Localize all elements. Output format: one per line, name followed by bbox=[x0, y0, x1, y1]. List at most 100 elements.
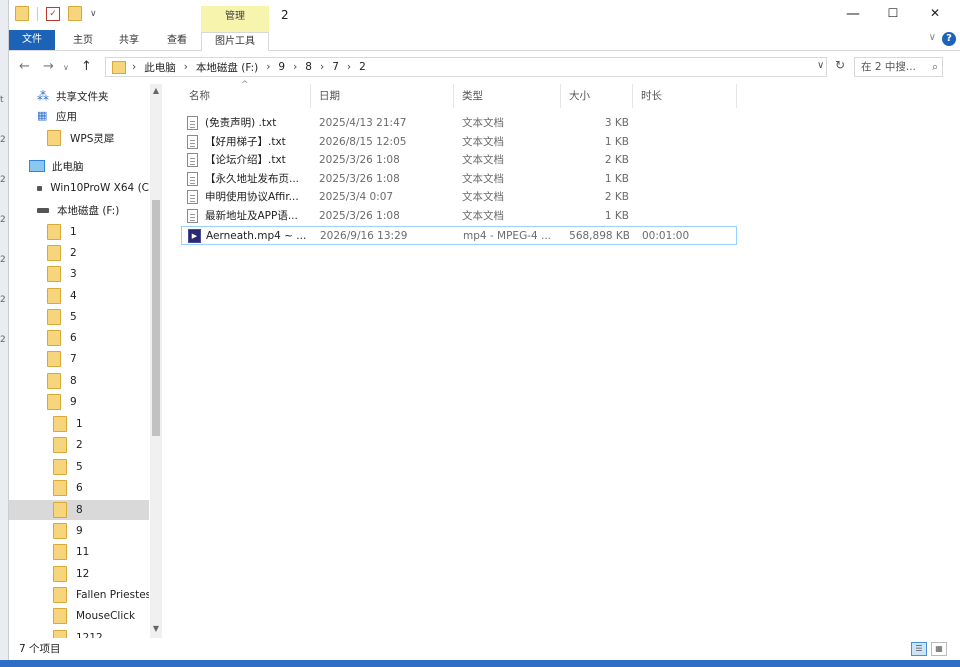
sidebar-item-label: 此电脑 bbox=[52, 160, 84, 173]
sidebar-item[interactable]: 8 bbox=[9, 371, 149, 391]
scroll-down-icon[interactable]: ▼ bbox=[150, 624, 162, 633]
folder-icon bbox=[47, 373, 61, 389]
breadcrumb-7[interactable]: 7 bbox=[332, 61, 339, 73]
sidebar-item[interactable]: 9 bbox=[9, 392, 149, 412]
manage-context-tab[interactable]: 管理 bbox=[201, 6, 269, 32]
breadcrumb-drive-f[interactable]: 本地磁盘 (F:) bbox=[196, 60, 258, 75]
properties-icon[interactable]: ✓ bbox=[46, 6, 60, 21]
file-list: ^ 名称 日期 类型 大小 时长 (免责声明) .txt 2025/4/13 21… bbox=[181, 80, 941, 638]
file-row[interactable]: ▶ Aerneath.mp4 ~ ... 2026/9/16 13:29 mp4 - … bbox=[181, 225, 737, 245]
sidebar-item-label: 本地磁盘 (F:) bbox=[57, 204, 120, 217]
folder-icon[interactable] bbox=[15, 6, 29, 21]
folder-icon bbox=[53, 544, 67, 560]
file-row[interactable]: 【论坛介绍】.txt 2025/3/26 1:08 文本文档 2 KB bbox=[181, 151, 737, 170]
sidebar-item[interactable]: 9 bbox=[9, 521, 149, 541]
new-folder-icon[interactable] bbox=[68, 6, 82, 21]
column-header-size[interactable]: 大小 bbox=[561, 84, 633, 108]
tab-file[interactable]: 文件 bbox=[9, 30, 55, 50]
sidebar-item-label: 5 bbox=[70, 311, 77, 323]
details-view-icon[interactable]: ☰ bbox=[911, 642, 927, 656]
folder-icon bbox=[53, 416, 67, 432]
close-button[interactable]: ✕ bbox=[925, 6, 945, 20]
sidebar-item[interactable]: ⁂ 共享文件夹 bbox=[9, 86, 149, 106]
file-size: 2 KB bbox=[604, 191, 629, 204]
sidebar-item[interactable]: 3 bbox=[9, 264, 149, 284]
sidebar-item[interactable]: 1212 bbox=[9, 628, 149, 638]
address-dropdown-icon[interactable]: ∨ bbox=[817, 60, 824, 71]
search-box[interactable]: 在 2 中搜... ⌕ bbox=[854, 57, 943, 77]
folder-icon bbox=[47, 266, 61, 282]
folder-icon bbox=[53, 630, 67, 638]
sidebar-item[interactable]: 本地磁盘 (F:) bbox=[9, 200, 149, 220]
tab-home[interactable]: 主页 bbox=[65, 32, 101, 50]
sidebar-item[interactable]: 7 bbox=[9, 349, 149, 369]
sidebar-item[interactable]: 1 bbox=[9, 222, 149, 242]
column-header-name[interactable]: 名称 bbox=[181, 84, 311, 108]
folder-icon bbox=[47, 330, 61, 346]
sidebar-item[interactable]: Win10ProW X64 (C bbox=[9, 178, 149, 198]
back-arrow-icon[interactable]: ← bbox=[19, 59, 30, 74]
sidebar-item[interactable]: 1 bbox=[9, 414, 149, 434]
file-row[interactable]: 【好用梯子】.txt 2026/8/15 12:05 文本文档 1 KB bbox=[181, 133, 737, 152]
up-arrow-icon[interactable]: ↑ bbox=[81, 59, 92, 74]
tab-picture-tools[interactable]: 图片工具 bbox=[201, 32, 269, 51]
breadcrumb-this-pc[interactable]: 此电脑 bbox=[144, 60, 176, 75]
file-date: 2025/3/26 1:08 bbox=[319, 154, 400, 167]
sidebar-scrollbar[interactable]: ▲ ▼ bbox=[150, 84, 162, 638]
breadcrumb-2[interactable]: 2 bbox=[359, 61, 366, 73]
navigation-pane: ⁂ 共享文件夹 ▦ 应用 WPS灵犀此电脑 Win10ProW X64 (C 本地磁盘 (F… bbox=[9, 84, 162, 638]
file-size: 1 KB bbox=[604, 172, 629, 185]
sidebar-item[interactable]: MouseClick bbox=[9, 606, 149, 626]
column-header-date[interactable]: 日期 bbox=[311, 84, 454, 108]
sidebar-item[interactable]: 2 bbox=[9, 435, 149, 455]
column-header-duration[interactable]: 时长 bbox=[633, 84, 737, 108]
file-name: 最新地址及APP语... bbox=[205, 210, 298, 222]
sidebar-item[interactable]: Fallen Priestess bbox=[9, 585, 149, 605]
file-name: 【论坛介绍】.txt bbox=[205, 154, 286, 167]
search-input[interactable]: 在 2 中搜... bbox=[861, 61, 916, 73]
sidebar-item[interactable]: 6 bbox=[9, 478, 149, 498]
file-type: 文本文档 bbox=[462, 210, 504, 222]
file-type: 文本文档 bbox=[462, 135, 504, 148]
recent-locations-icon[interactable]: ∨ bbox=[63, 63, 69, 72]
column-header-type[interactable]: 类型 bbox=[454, 84, 561, 108]
sidebar-item-label: MouseClick bbox=[76, 610, 136, 622]
large-icons-view-icon[interactable]: ▦ bbox=[931, 642, 947, 656]
file-row[interactable]: (免责声明) .txt 2025/4/13 21:47 文本文档 3 KB bbox=[181, 114, 737, 133]
scroll-up-icon[interactable]: ▲ bbox=[150, 86, 162, 95]
tab-view[interactable]: 查看 bbox=[159, 32, 195, 50]
folder-icon bbox=[47, 309, 61, 325]
minimize-button[interactable]: — bbox=[843, 6, 863, 22]
sidebar-item[interactable]: ▦ 应用 bbox=[9, 106, 149, 126]
text-file-icon bbox=[187, 116, 198, 130]
file-row[interactable]: 【永久地址发布页... 2025/3/26 1:08 文本文档 1 KB bbox=[181, 170, 737, 189]
address-bar[interactable]: › 此电脑 › 本地磁盘 (F:) › 9 › 8 › 7 › 2 bbox=[105, 57, 827, 77]
sidebar-item[interactable]: 此电脑 bbox=[9, 156, 149, 176]
sidebar-item[interactable]: 2 bbox=[9, 243, 149, 263]
sidebar-item[interactable]: 5 bbox=[9, 307, 149, 327]
sidebar-item-label: 12 bbox=[76, 568, 90, 580]
folder-icon bbox=[47, 130, 61, 146]
tab-share[interactable]: 共享 bbox=[111, 32, 147, 50]
sidebar-item[interactable]: WPS灵犀 bbox=[9, 128, 149, 148]
sidebar-item[interactable]: 8 bbox=[9, 500, 149, 520]
sidebar-item[interactable]: 6 bbox=[9, 328, 149, 348]
chevron-down-icon[interactable]: ∨ bbox=[929, 32, 936, 43]
scrollbar-thumb[interactable] bbox=[152, 200, 160, 436]
sidebar-item[interactable]: 5 bbox=[9, 457, 149, 477]
customize-toolbar-icon[interactable]: ∨ bbox=[90, 9, 97, 19]
sidebar-item[interactable]: 11 bbox=[9, 542, 149, 562]
forward-arrow-icon[interactable]: → bbox=[43, 59, 54, 74]
sidebar-item[interactable]: 12 bbox=[9, 564, 149, 584]
file-row[interactable]: 申明使用协议Affir... 2025/3/4 0:07 文本文档 2 KB bbox=[181, 188, 737, 207]
refresh-icon[interactable]: ↻ bbox=[835, 58, 845, 72]
help-icon[interactable]: ? bbox=[942, 32, 956, 46]
maximize-button[interactable]: ☐ bbox=[883, 6, 903, 20]
file-size: 1 KB bbox=[604, 210, 629, 222]
breadcrumb-9[interactable]: 9 bbox=[278, 61, 285, 73]
search-icon[interactable]: ⌕ bbox=[932, 58, 938, 76]
file-row[interactable]: 最新地址及APP语... 2025/3/26 1:08 文本文档 1 KB bbox=[181, 207, 737, 226]
sidebar-item[interactable]: 4 bbox=[9, 286, 149, 306]
file-size: 2 KB bbox=[604, 154, 629, 167]
breadcrumb-8[interactable]: 8 bbox=[305, 61, 312, 73]
